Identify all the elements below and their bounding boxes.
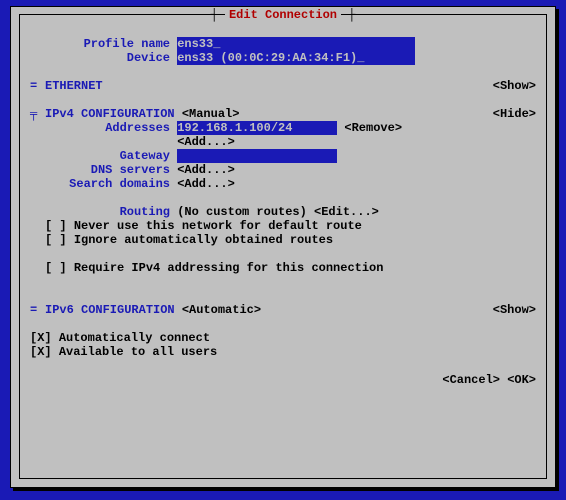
autoconnect-checkbox[interactable]: [X] [30, 331, 52, 345]
routing-status: (No custom routes) [177, 205, 307, 219]
gateway-label: Gateway [30, 149, 170, 163]
autoconnect-label: Automatically connect [59, 331, 210, 345]
dialog-border: ┤ Edit Connection ├ Profile name ens33_ … [19, 14, 547, 479]
gateway-input[interactable] [177, 149, 337, 163]
ipv4-section-toggle[interactable]: ╤ [30, 107, 45, 121]
title-border-left: ┤ [211, 8, 225, 22]
cancel-button[interactable]: <Cancel> [442, 373, 500, 387]
routing-label: Routing [30, 205, 170, 219]
ethernet-section-header: ETHERNET [45, 79, 103, 93]
device-label: Device [30, 51, 170, 65]
profile-name-label: Profile name [30, 37, 170, 51]
require-ipv4-checkbox[interactable]: [ ] [45, 261, 67, 275]
ipv4-section-header: IPv4 CONFIGURATION [45, 107, 175, 121]
ethernet-show-button[interactable]: <Show> [493, 79, 536, 93]
search-domains-add-button[interactable]: <Add...> [177, 177, 235, 191]
dns-add-button[interactable]: <Add...> [177, 163, 235, 177]
title-border-right: ├ [341, 8, 355, 22]
never-default-label: Never use this network for default route [74, 219, 362, 233]
require-ipv4-label: Require IPv4 addressing for this connect… [74, 261, 384, 275]
dialog-window: ┤ Edit Connection ├ Profile name ens33_ … [10, 6, 556, 488]
addresses-label: Addresses [30, 121, 170, 135]
ignore-routes-checkbox[interactable]: [ ] [45, 233, 67, 247]
ipv6-mode-select[interactable]: <Automatic> [182, 303, 261, 317]
ok-button[interactable]: <OK> [507, 373, 536, 387]
device-input[interactable]: ens33 (00:0C:29:AA:34:F1)_ [177, 51, 415, 65]
ipv4-hide-button[interactable]: <Hide> [493, 107, 536, 121]
routing-edit-button[interactable]: <Edit...> [314, 205, 379, 219]
dialog-title: Edit Connection [225, 8, 341, 22]
ipv4-mode-select[interactable]: <Manual> [182, 107, 240, 121]
ignore-routes-label: Ignore automatically obtained routes [74, 233, 333, 247]
never-default-checkbox[interactable]: [ ] [45, 219, 67, 233]
address-add-button[interactable]: <Add...> [177, 135, 235, 149]
profile-name-input[interactable]: ens33_ [177, 37, 415, 51]
ipv6-section-header: IPv6 CONFIGURATION [45, 303, 175, 317]
search-domains-label: Search domains [30, 177, 170, 191]
all-users-label: Available to all users [59, 345, 217, 359]
dns-servers-label: DNS servers [30, 163, 170, 177]
address-0-remove-button[interactable]: <Remove> [344, 121, 402, 135]
address-0-input[interactable]: 192.168.1.100/24 [177, 121, 337, 135]
ipv6-section-toggle[interactable]: = [30, 303, 45, 317]
all-users-checkbox[interactable]: [X] [30, 345, 52, 359]
ipv6-show-button[interactable]: <Show> [493, 303, 536, 317]
ethernet-section-toggle[interactable]: = [30, 79, 45, 93]
